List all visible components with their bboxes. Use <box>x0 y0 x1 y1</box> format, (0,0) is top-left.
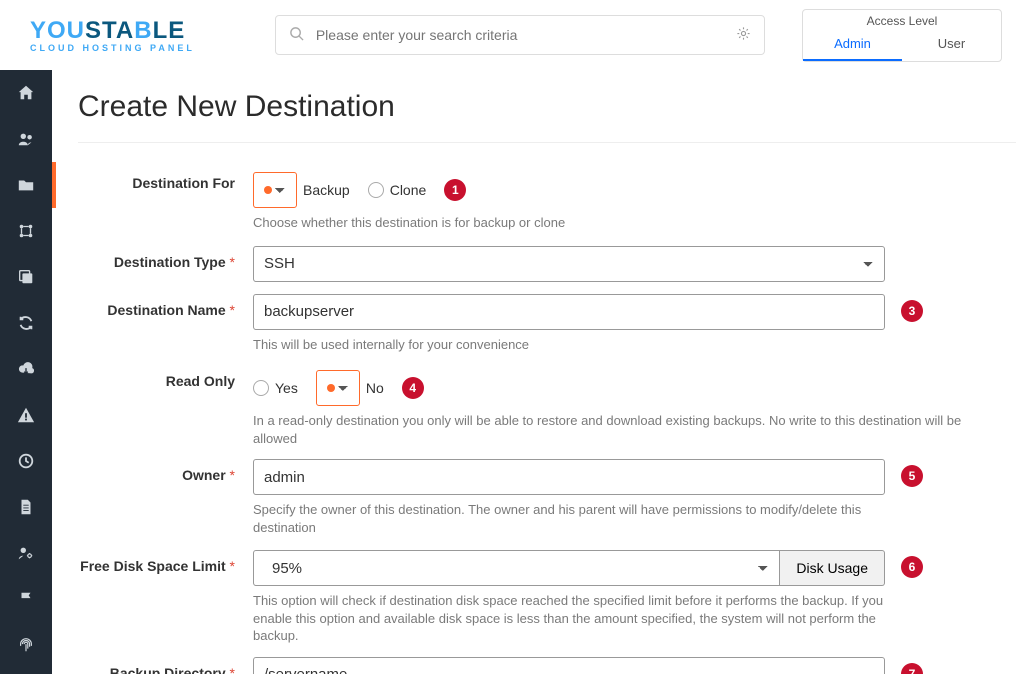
label-destination-name: Destination Name * <box>78 294 253 318</box>
annotation-bullet: 5 <box>901 465 923 487</box>
logo: YOUSTABLE CLOUD HOSTING PANEL <box>30 17 195 53</box>
hint-destination-name: This will be used internally for your co… <box>253 336 885 354</box>
logo-subtitle: CLOUD HOSTING PANEL <box>30 43 195 53</box>
tab-user[interactable]: User <box>902 30 1001 61</box>
sidebar-module[interactable] <box>0 208 52 254</box>
sidebar <box>0 70 52 674</box>
annotation-bullet: 1 <box>444 179 466 201</box>
label-read-only: Read Only <box>78 365 253 389</box>
annotation-bullet: 3 <box>901 300 923 322</box>
search-box <box>275 15 765 55</box>
radio-clone[interactable]: Clone <box>368 182 427 198</box>
logo-text: YOUSTABLE <box>30 17 185 45</box>
input-backup-dir[interactable] <box>253 657 885 674</box>
form: Destination For Backup Clone 1 Choose wh… <box>78 142 1016 674</box>
sidebar-home[interactable] <box>0 70 52 116</box>
annotation-bullet: 6 <box>901 556 923 578</box>
search-input[interactable] <box>275 15 765 55</box>
select-destination-type[interactable]: SSH <box>253 246 885 282</box>
input-owner[interactable] <box>253 459 885 495</box>
sidebar-warning[interactable] <box>0 392 52 438</box>
label-backup-dir: Backup Directory * <box>78 657 253 674</box>
access-level: Access Level Admin User <box>802 9 1002 62</box>
hint-destination-for: Choose whether this destination is for b… <box>253 214 1008 232</box>
label-disk-limit: Free Disk Space Limit * <box>78 550 253 574</box>
header: YOUSTABLE CLOUD HOSTING PANEL Access Lev… <box>0 0 1016 70</box>
sidebar-copy[interactable] <box>0 254 52 300</box>
page-title: Create New Destination <box>78 90 1016 124</box>
disk-usage-button[interactable]: Disk Usage <box>780 550 885 586</box>
sidebar-clock[interactable] <box>0 438 52 484</box>
sidebar-users-cog[interactable] <box>0 530 52 576</box>
sidebar-flag[interactable] <box>0 576 52 622</box>
tab-admin[interactable]: Admin <box>803 30 902 61</box>
search-icon <box>289 26 304 45</box>
annotation-bullet: 4 <box>402 377 424 399</box>
main-content: Create New Destination Destination For B… <box>54 70 1016 674</box>
radio-backup[interactable]: Backup <box>253 172 350 208</box>
hint-owner: Specify the owner of this destination. T… <box>253 501 885 536</box>
sidebar-file[interactable] <box>0 484 52 530</box>
sidebar-cloud-download[interactable] <box>0 346 52 392</box>
radio-readonly-yes[interactable]: Yes <box>253 380 298 396</box>
hint-read-only: In a read-only destination you only will… <box>253 412 1008 447</box>
access-level-title: Access Level <box>803 10 1001 30</box>
sidebar-fingerprint[interactable] <box>0 622 52 668</box>
label-owner: Owner * <box>78 459 253 483</box>
select-disk-limit[interactable]: 95% <box>253 550 780 586</box>
hint-disk-limit: This option will check if destination di… <box>253 592 885 645</box>
label-destination-for: Destination For <box>78 167 253 191</box>
sidebar-users[interactable] <box>0 116 52 162</box>
annotation-bullet: 7 <box>901 663 923 674</box>
radio-readonly-no[interactable]: No <box>316 370 384 406</box>
sidebar-folder[interactable] <box>0 162 52 208</box>
gear-icon[interactable] <box>736 26 751 45</box>
label-destination-type: Destination Type * <box>78 246 253 270</box>
sidebar-refresh[interactable] <box>0 300 52 346</box>
input-destination-name[interactable] <box>253 294 885 330</box>
